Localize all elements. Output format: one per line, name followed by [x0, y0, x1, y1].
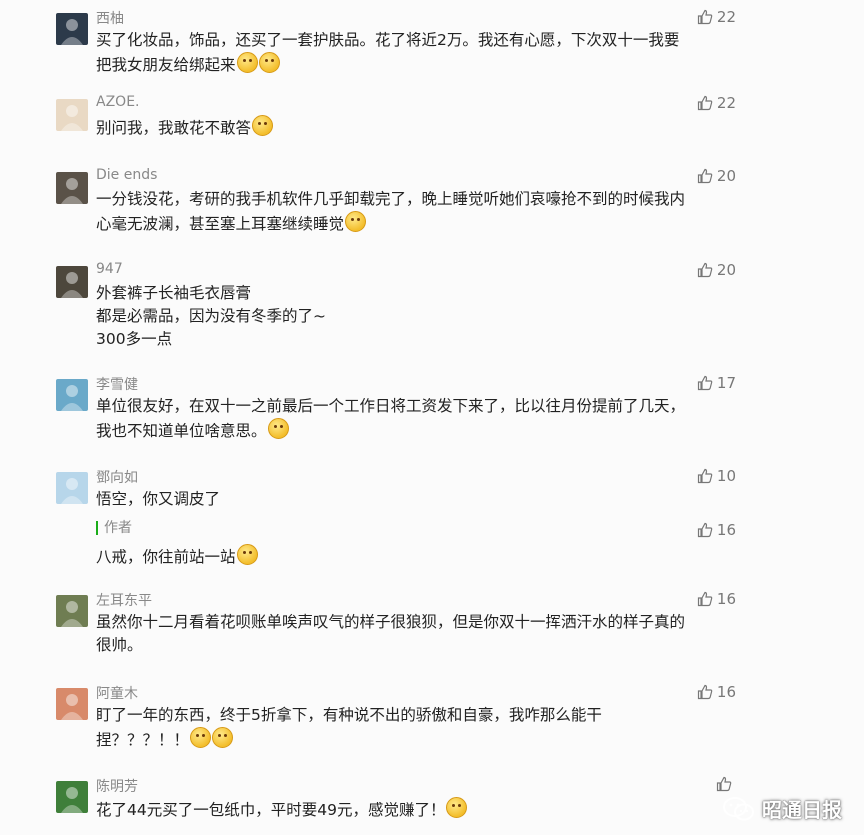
comment-text: 外套裤子长袖毛衣唇膏 都是必需品，因为没有冬季的了~ 300多一点 [96, 282, 736, 351]
wechat-icon [723, 796, 754, 820]
avatar[interactable] [56, 688, 88, 720]
smile-emoji-icon [267, 418, 289, 439]
commenter-name: 西柚 [96, 11, 124, 27]
watermark-text: 昭通日报 [762, 798, 842, 822]
commenter-name: 阿童木 [96, 686, 138, 702]
avatar[interactable] [56, 781, 88, 813]
smile-emoji-icon [212, 727, 234, 748]
like-count: 16 [716, 683, 736, 701]
like-button[interactable]: 16 [697, 521, 736, 539]
thumbs-up-icon [697, 9, 713, 25]
avatar[interactable] [56, 266, 88, 298]
commenter-name: Die ends [96, 167, 158, 183]
thumbs-up-icon [697, 375, 713, 391]
comment-text: 一分钱没花，考研的我手机软件几乎卸载完了，晚上睡觉听她们哀嚎抢不到的时候我内 心… [96, 188, 736, 236]
like-count: 20 [716, 261, 736, 279]
comment-text: 花了44元买了一包纸巾，平时要49元，感觉赚了！ [96, 797, 736, 822]
reply-author-label: 作者 [96, 521, 132, 535]
smile-emoji-icon [345, 211, 367, 232]
reply-text: 八戒，你往前站一站 [96, 544, 258, 567]
smile-emoji-icon [252, 115, 274, 136]
thumbs-up-icon [697, 95, 713, 111]
avatar[interactable] [56, 13, 88, 45]
comment-body: 悟空，你又调皮了 [96, 490, 221, 508]
comment-body: 外套裤子长袖毛衣唇膏 都是必需品，因为没有冬季的了~ 300多一点 [96, 284, 326, 348]
avatar[interactable] [56, 99, 88, 131]
avatar[interactable] [56, 595, 88, 627]
comment-list: 西柚 22 买了化妆品，饰品，还买了一套护肤品。花了将近2万。我还有心愿，下次双十一… [0, 0, 864, 835]
like-count: 17 [716, 374, 736, 392]
comment-text: 虽然你十二月看着花呗账单唉声叹气的样子很狼狈，但是你双十一挥洒汗水的样子真的 很… [96, 611, 736, 657]
commenter-name: 李雪健 [96, 377, 138, 393]
commenter-name: 鄧向如 [96, 470, 138, 486]
smile-emoji-icon [190, 727, 212, 748]
watermark: 昭通日报 [722, 794, 842, 823]
like-button[interactable]: 20 [697, 167, 736, 185]
like-button[interactable] [716, 776, 736, 792]
smile-emoji-icon [258, 52, 280, 73]
like-button[interactable]: 20 [697, 261, 736, 279]
smile-emoji-icon [236, 52, 258, 73]
thumbs-up-icon [716, 776, 732, 792]
thumbs-up-icon [697, 684, 713, 700]
like-count: 22 [716, 8, 736, 26]
like-count: 10 [716, 467, 736, 485]
reply-body: 八戒，你往前站一站 [96, 548, 236, 566]
comment-body: 买了化妆品，饰品，还买了一套护肤品。花了将近2万。我还有心愿，下次双十一我要 把… [96, 31, 680, 74]
like-button[interactable]: 22 [697, 94, 736, 112]
comment-body: 一分钱没花，考研的我手机软件几乎卸载完了，晚上睡觉听她们哀嚎抢不到的时候我内 心… [96, 190, 686, 233]
comment-body: 别问我，我敢花不敢答 [96, 119, 252, 137]
comment-text: 盯了一年的东西，终于5折拿下，有种说不出的骄傲和自豪，我咋那么能干 捏？？？！！ [96, 704, 736, 752]
thumbs-up-icon [697, 468, 713, 484]
comment-body: 盯了一年的东西，终于5折拿下，有种说不出的骄傲和自豪，我咋那么能干 捏？？？！！ [96, 706, 602, 749]
comment-body: 单位很友好，在双十一之前最后一个工作日将工资发下来了，比以往月份提前了几天， 我… [96, 397, 686, 440]
like-count: 22 [716, 94, 736, 112]
like-button[interactable]: 10 [697, 467, 736, 485]
commenter-name: 陈明芳 [96, 779, 138, 795]
like-button[interactable]: 16 [697, 590, 736, 608]
like-button[interactable]: 17 [697, 374, 736, 392]
like-count: 20 [716, 167, 736, 185]
comment-text: 单位很友好，在双十一之前最后一个工作日将工资发下来了，比以往月份提前了几天， 我… [96, 395, 736, 443]
like-button[interactable]: 22 [697, 8, 736, 26]
like-count: 16 [716, 590, 736, 608]
thumbs-up-icon [697, 591, 713, 607]
comment-body: 虽然你十二月看着花呗账单唉声叹气的样子很狼狈，但是你双十一挥洒汗水的样子真的 很… [96, 613, 686, 654]
smile-emoji-icon [446, 797, 468, 818]
commenter-name: 左耳东平 [96, 593, 152, 609]
thumbs-up-icon [697, 262, 713, 278]
avatar[interactable] [56, 172, 88, 204]
thumbs-up-icon [697, 522, 713, 538]
comment-text: 买了化妆品，饰品，还买了一套护肤品。花了将近2万。我还有心愿，下次双十一我要 把… [96, 29, 736, 77]
commenter-name: AZOE. [96, 94, 140, 110]
avatar[interactable] [56, 379, 88, 411]
avatar[interactable] [56, 472, 88, 504]
commenter-name: 947 [96, 261, 123, 277]
like-count: 16 [716, 521, 736, 539]
comment-body: 花了44元买了一包纸巾，平时要49元，感觉赚了！ [96, 801, 446, 819]
like-button[interactable]: 16 [697, 683, 736, 701]
comment-text: 悟空，你又调皮了 [96, 488, 736, 511]
smile-emoji-icon [236, 544, 258, 565]
thumbs-up-icon [697, 168, 713, 184]
comment-text: 别问我，我敢花不敢答 [96, 115, 736, 140]
